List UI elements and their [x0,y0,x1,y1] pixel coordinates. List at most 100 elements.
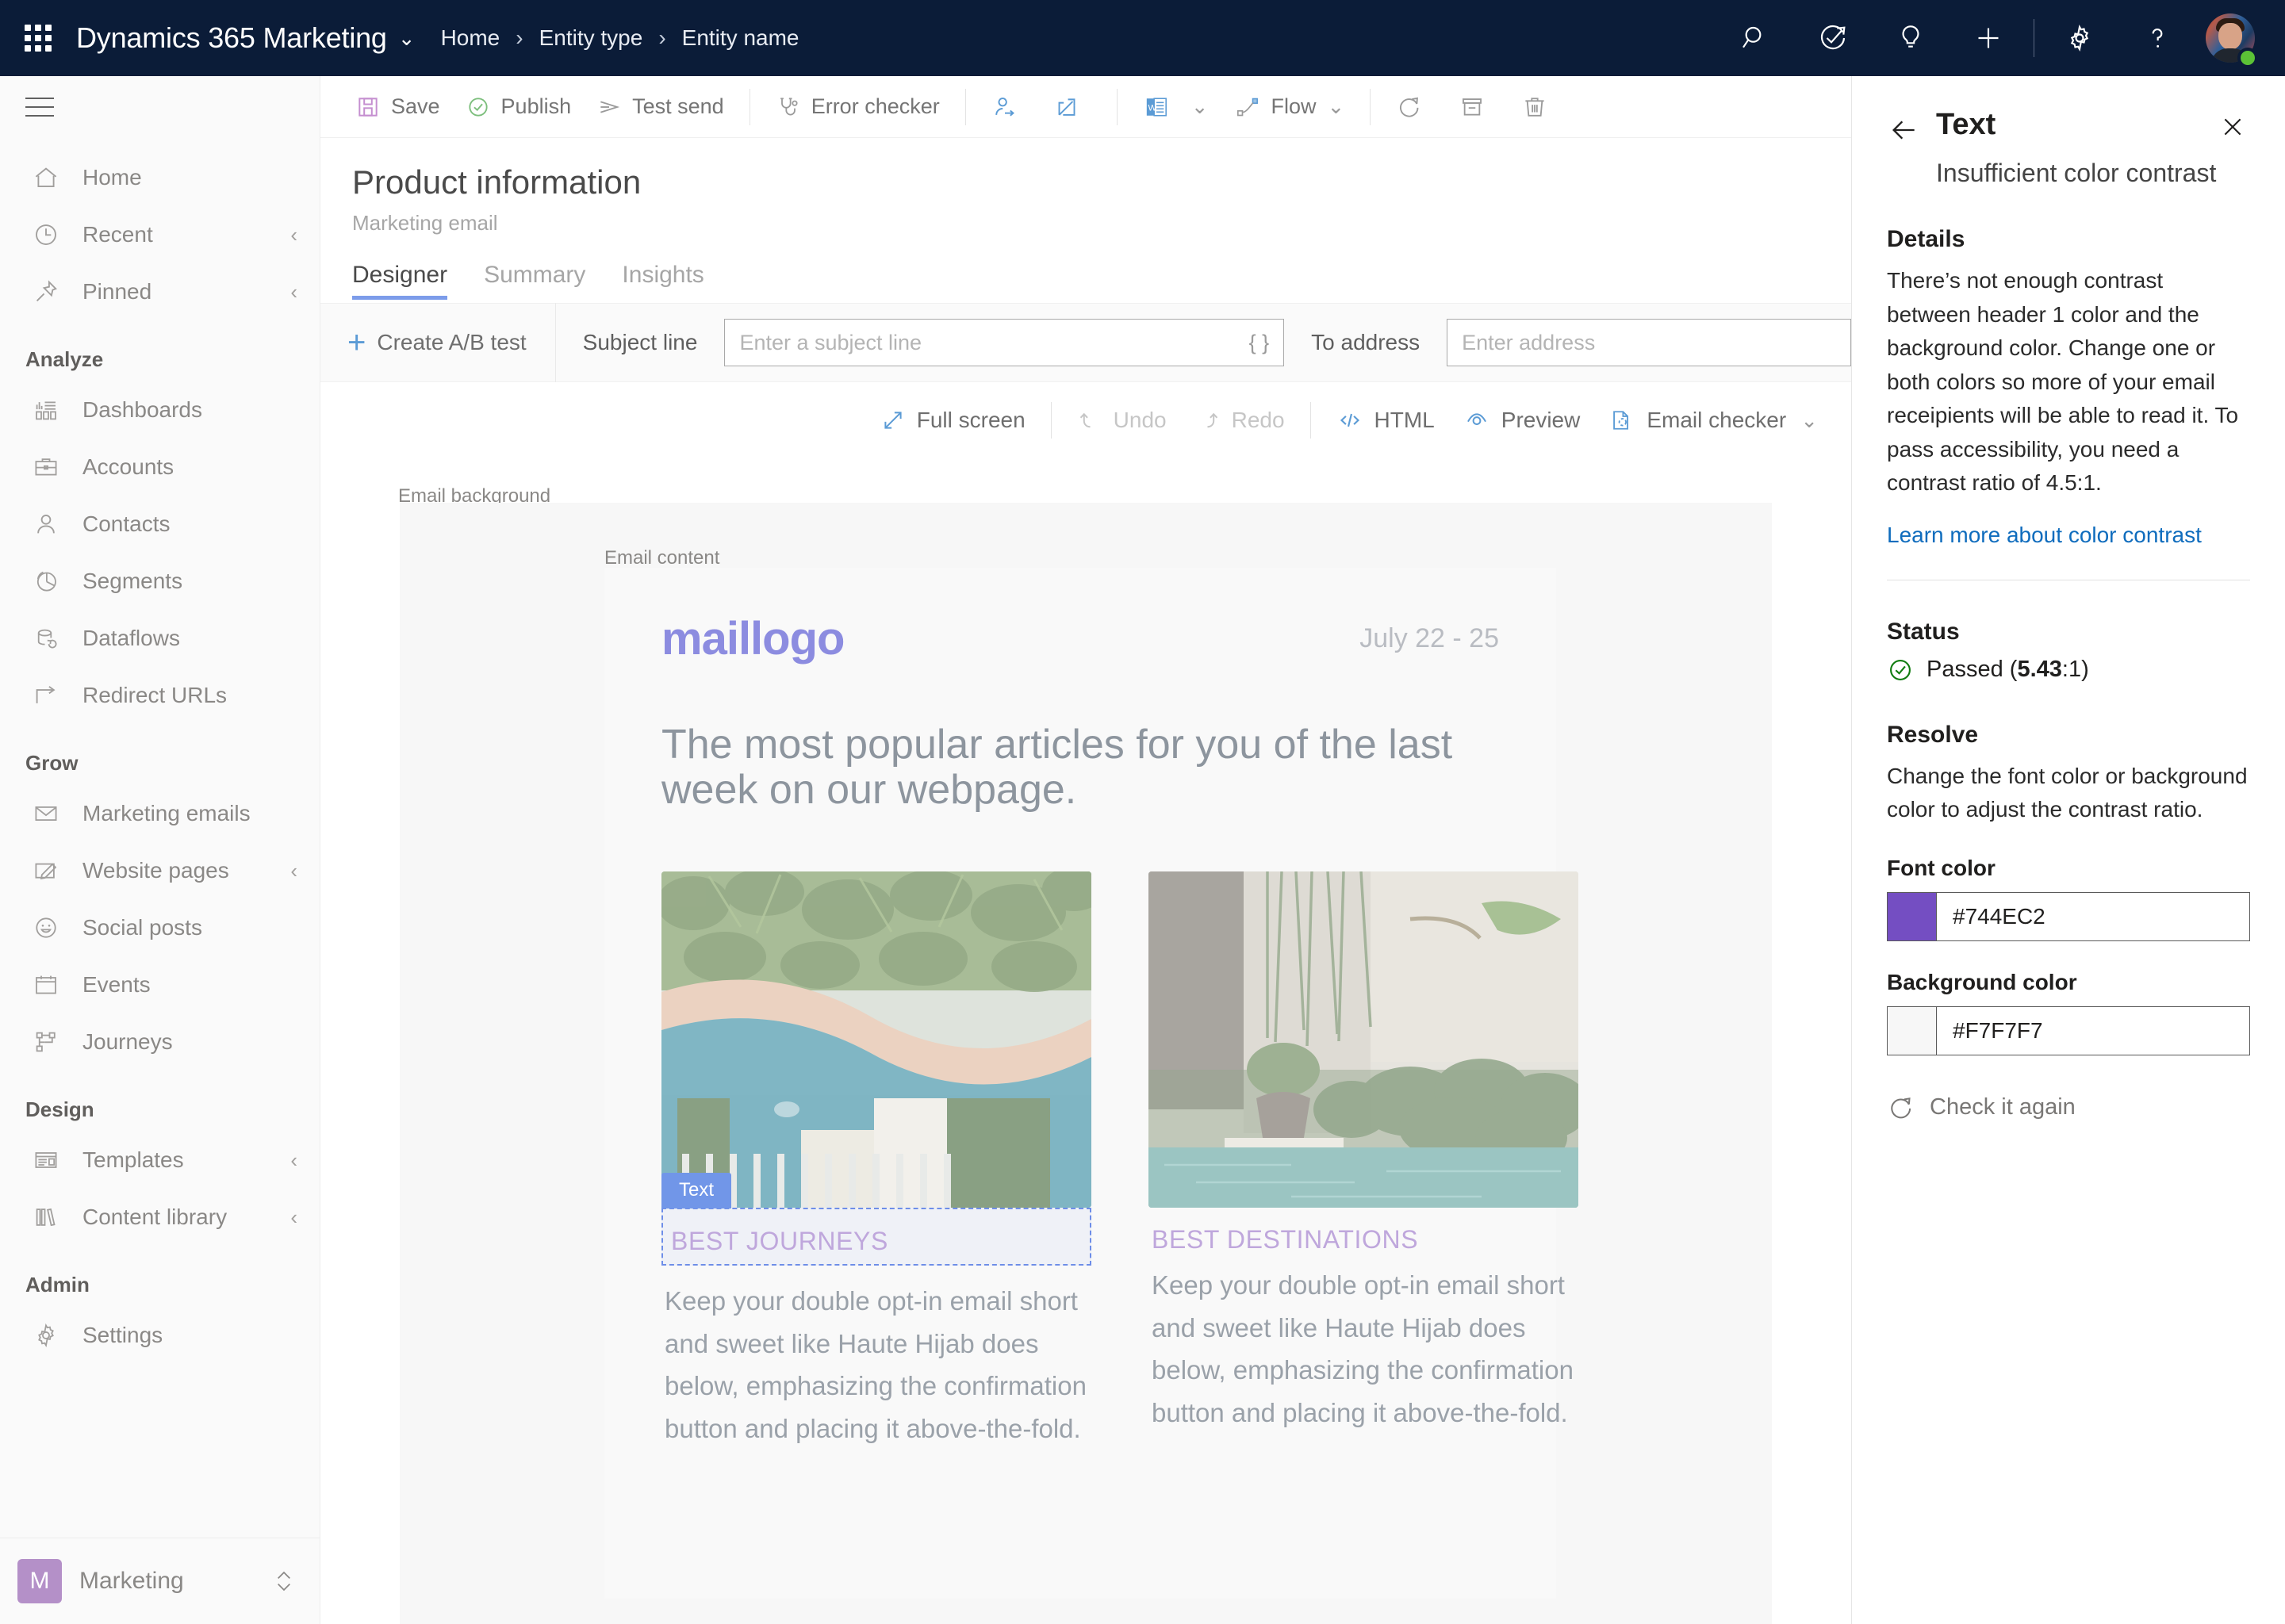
share-button[interactable] [1041,82,1104,132]
sidebar-item-social-posts[interactable]: Social posts [0,899,320,956]
archive-button[interactable] [1446,82,1509,132]
search-icon[interactable] [1716,0,1794,76]
card-body-text[interactable]: Keep your double opt-in email short and … [661,1266,1091,1450]
sidebar-item-redirect-urls[interactable]: Redirect URLs [0,667,320,724]
breadcrumb-item-entity-type[interactable]: Entity type [539,25,643,51]
save-button[interactable]: Save [343,82,453,132]
hamburger-menu-icon[interactable] [25,90,67,124]
plus-icon: + [347,325,366,360]
sidebar-item-website-pages[interactable]: Website pages ‹ [0,842,320,899]
background-color-value[interactable]: #F7F7F7 [1937,1007,2043,1055]
status-suffix: :1) [2061,657,2089,683]
background-color-swatch[interactable] [1888,1006,1937,1055]
card-heading[interactable]: BEST JOURNEYS [671,1227,1087,1256]
preview-button[interactable]: Preview [1449,396,1595,444]
insights-bulb-icon[interactable] [1872,0,1950,76]
chevron-down-icon[interactable]: ⌄ [1191,94,1209,119]
redo-button[interactable]: Redo [1181,396,1299,444]
tab-designer[interactable]: Designer [352,262,448,300]
chevron-down-icon[interactable]: ⌄ [398,26,416,51]
add-icon[interactable] [1950,0,2027,76]
briefcase-icon [25,446,67,488]
back-arrow-icon[interactable] [1887,113,1922,147]
sidebar-item-home[interactable]: Home [0,149,320,206]
chevron-left-icon[interactable]: ‹ [290,1148,297,1173]
tab-insights[interactable]: Insights [622,262,704,300]
sidebar-item-content-library[interactable]: Content library ‹ [0,1189,320,1246]
panel-subtitle: Insufficient color contrast [1936,159,2217,187]
to-address-input[interactable]: Enter address [1447,319,1851,366]
chevron-left-icon[interactable]: ‹ [290,280,297,304]
sidebar-item-pinned[interactable]: Pinned ‹ [0,263,320,320]
sidebar-item-journeys[interactable]: Journeys [0,1013,320,1071]
sidebar-item-contacts[interactable]: Contacts [0,496,320,553]
chevron-left-icon[interactable]: ‹ [290,859,297,883]
create-ab-test-button[interactable]: + Create A/B test [320,303,555,382]
font-color-value[interactable]: #744EC2 [1937,893,2045,940]
email-card[interactable]: Text BEST JOURNEYS Keep your double opt-… [661,871,1091,1450]
email-logo[interactable]: maillogo [661,612,845,665]
sidebar-item-dashboards[interactable]: Dashboards [0,381,320,439]
selected-text-element[interactable]: BEST JOURNEYS [661,1208,1091,1266]
font-color-swatch[interactable] [1888,892,1937,940]
font-color-field[interactable]: #744EC2 [1887,891,2250,941]
personalization-token-icon[interactable]: { } [1249,331,1270,355]
email-checker-button[interactable]: Email checker ⌄ [1594,396,1832,444]
test-send-button[interactable]: Test send [584,82,737,132]
email-card[interactable]: BEST DESTINATIONS Keep your double opt-i… [1148,871,1578,1450]
check-it-again-button[interactable]: Check it again [1887,1094,2250,1122]
help-question-icon[interactable] [2118,0,2196,76]
details-text: There’s not enough contrast between head… [1887,268,2239,496]
area-switcher[interactable]: M Marketing [0,1538,320,1624]
app-launcher-waffle-icon[interactable] [0,0,76,76]
sidebar-item-settings[interactable]: Settings [0,1307,320,1364]
tab-summary[interactable]: Summary [484,262,585,300]
undo-button[interactable]: Undo [1063,396,1181,444]
app-name-label[interactable]: Dynamics 365 Marketing [76,21,387,55]
email-content-region[interactable]: maillogo July 22 - 25 The most popular a… [604,568,1578,1599]
fullscreen-arrow-icon [880,408,906,433]
export-to-word-button[interactable]: W ⌄ [1130,82,1221,132]
error-checker-button[interactable]: Error checker [763,82,953,132]
redirect-arrow-icon [25,675,67,716]
sidebar-item-marketing-emails[interactable]: Marketing emails [0,785,320,842]
background-color-field[interactable]: #F7F7F7 [1887,1005,2250,1055]
subject-line-input[interactable]: Enter a subject line { } [724,319,1285,366]
chevron-down-icon[interactable]: ⌄ [1328,94,1345,119]
card-image-pool-curved[interactable] [661,871,1091,1208]
sidebar-item-templates[interactable]: Templates ‹ [0,1132,320,1189]
chevron-down-icon[interactable]: ⌄ [1800,408,1818,433]
card-heading[interactable]: BEST DESTINATIONS [1148,1208,1578,1264]
breadcrumb-item-home[interactable]: Home [441,25,500,51]
delete-button[interactable] [1509,82,1571,132]
refresh-icon [1396,94,1423,121]
breadcrumb-item-entity-name[interactable]: Entity name [682,25,799,51]
flow-label: Flow [1271,94,1317,118]
chevron-left-icon[interactable]: ‹ [290,1205,297,1230]
sidebar-item-accounts[interactable]: Accounts [0,439,320,496]
sidebar-item-recent[interactable]: Recent ‹ [0,206,320,263]
learn-more-link[interactable]: Learn more about color contrast [1887,523,2202,548]
sidebar-item-dataflows[interactable]: Dataflows [0,610,320,667]
top-bar-actions [1716,0,2285,76]
html-button[interactable]: HTML [1322,396,1449,444]
full-screen-button[interactable]: Full screen [866,396,1040,444]
card-image-courtyard-pool[interactable] [1148,871,1578,1208]
chevron-left-icon[interactable]: ‹ [290,223,297,247]
assign-button[interactable] [979,82,1041,132]
chevron-up-down-icon[interactable] [272,1564,296,1599]
sidebar-item-label: Accounts [82,454,174,479]
goal-icon[interactable] [1794,0,1872,76]
email-headline[interactable]: The most popular articles for you of the… [661,722,1463,813]
email-date[interactable]: July 22 - 25 [1359,612,1499,654]
refresh-button[interactable] [1383,82,1446,132]
close-icon[interactable] [2215,109,2250,144]
sidebar-item-events[interactable]: Events [0,956,320,1013]
avatar[interactable] [2196,0,2264,76]
sidebar-item-label: Templates [82,1147,184,1172]
card-body-text[interactable]: Keep your double opt-in email short and … [1148,1264,1578,1434]
settings-gear-icon[interactable] [2041,0,2118,76]
flow-button[interactable]: Flow ⌄ [1221,82,1358,132]
sidebar-item-segments[interactable]: Segments [0,553,320,610]
publish-button[interactable]: Publish [453,82,585,132]
